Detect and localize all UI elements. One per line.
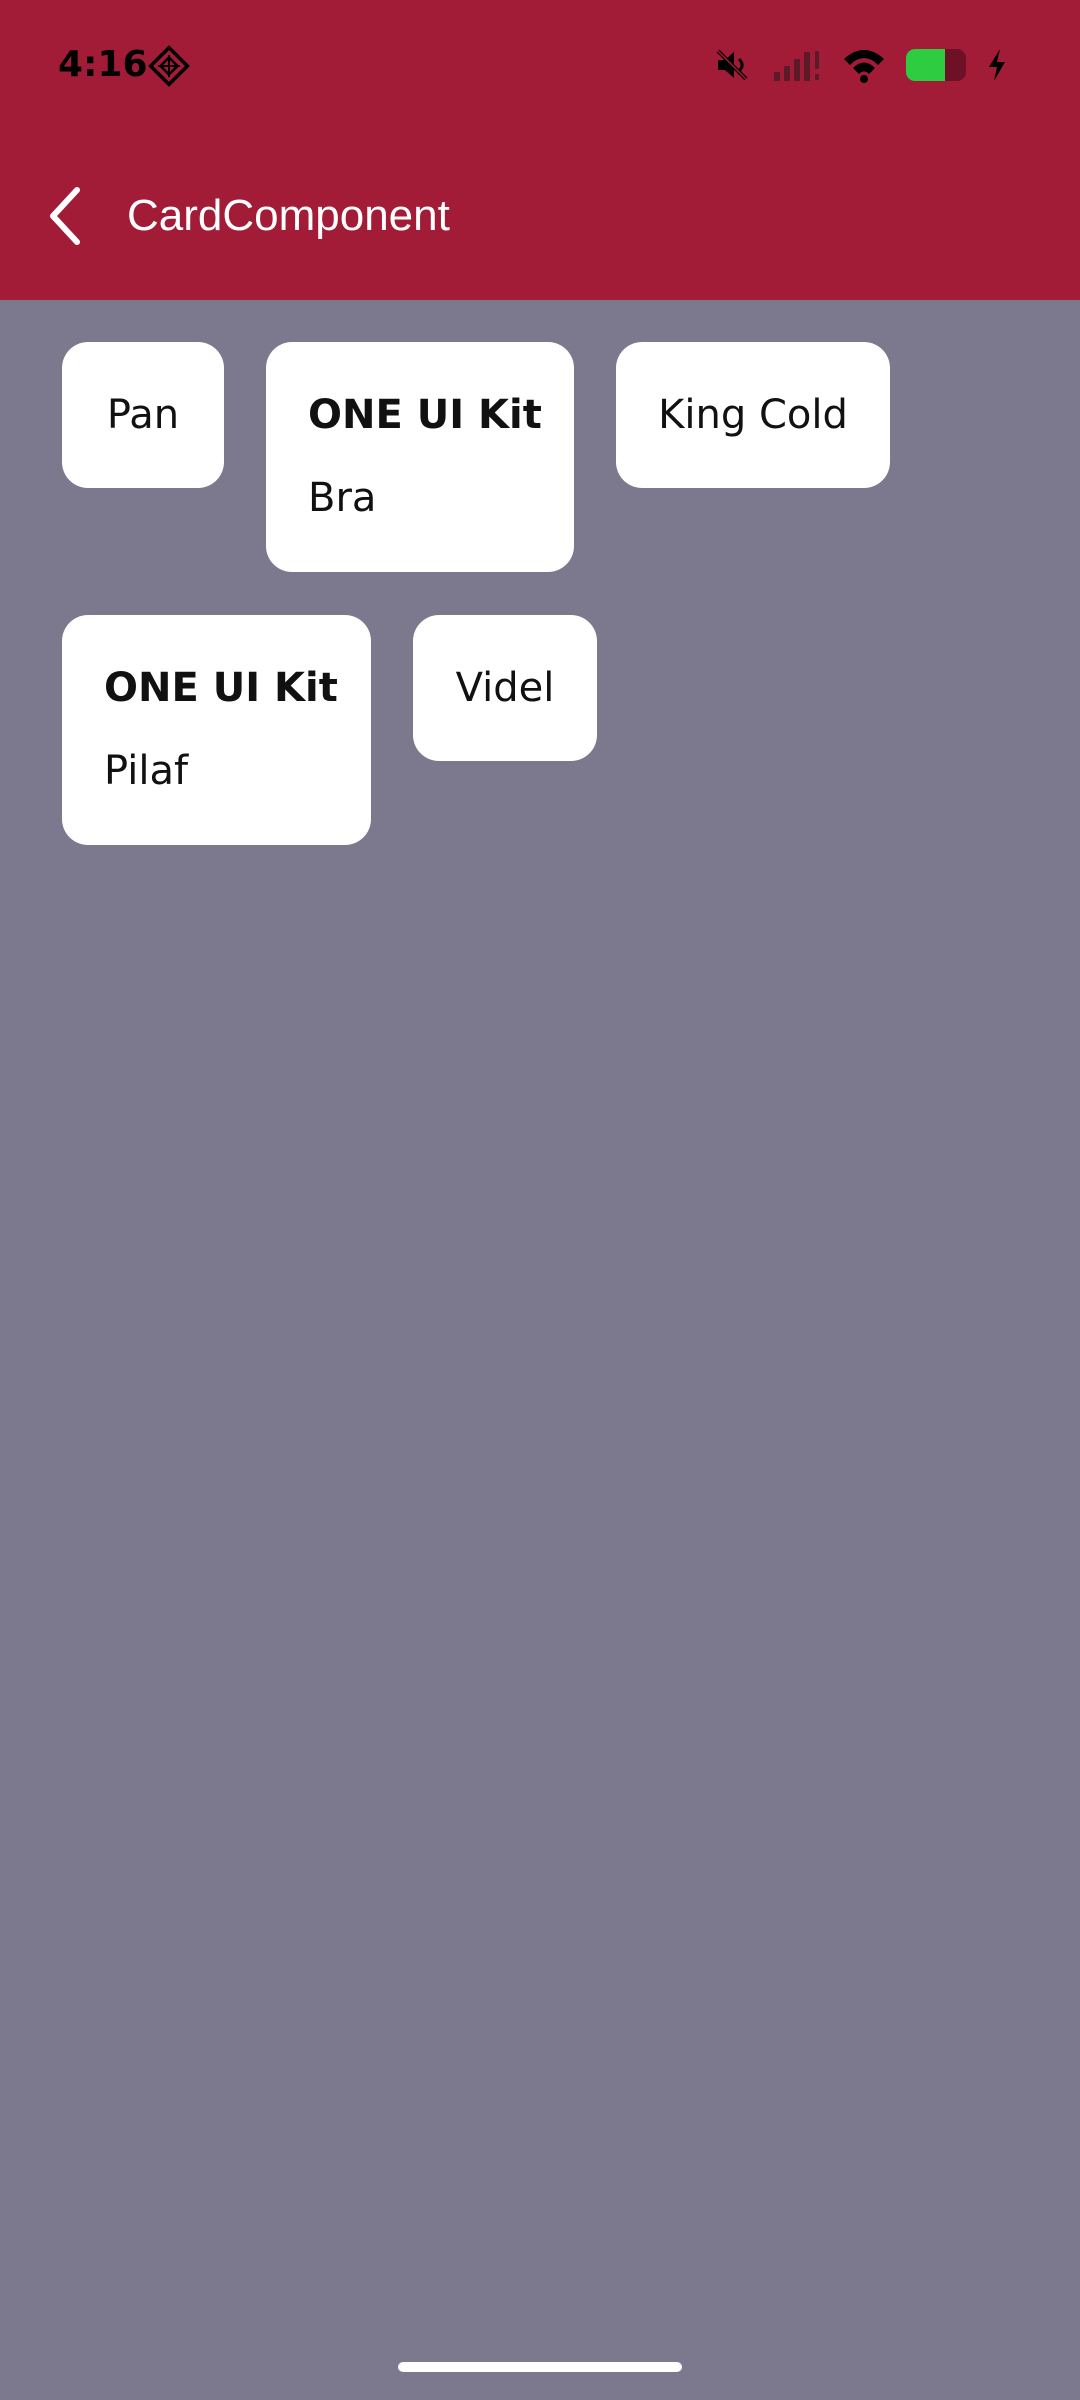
card-label: Pan <box>106 392 180 438</box>
card-list: Pan ONE UI Kit Bra King Cold ONE UI Kit … <box>0 0 1080 2400</box>
card-label: King Cold <box>658 392 848 438</box>
card-subtitle: Pilaf <box>104 748 189 794</box>
card-pan[interactable]: Pan <box>62 342 224 488</box>
card-one-ui-kit-bra[interactable]: ONE UI Kit Bra <box>266 342 574 572</box>
card-title: ONE UI Kit <box>308 392 542 438</box>
card-videl[interactable]: Videl <box>413 615 597 761</box>
card-label: Videl <box>455 665 555 711</box>
card-king-cold[interactable]: King Cold <box>616 342 890 488</box>
home-indicator[interactable] <box>398 2362 682 2372</box>
card-subtitle: Bra <box>308 475 377 521</box>
card-title: ONE UI Kit <box>104 665 338 711</box>
card-one-ui-kit-pilaf[interactable]: ONE UI Kit Pilaf <box>62 615 371 845</box>
